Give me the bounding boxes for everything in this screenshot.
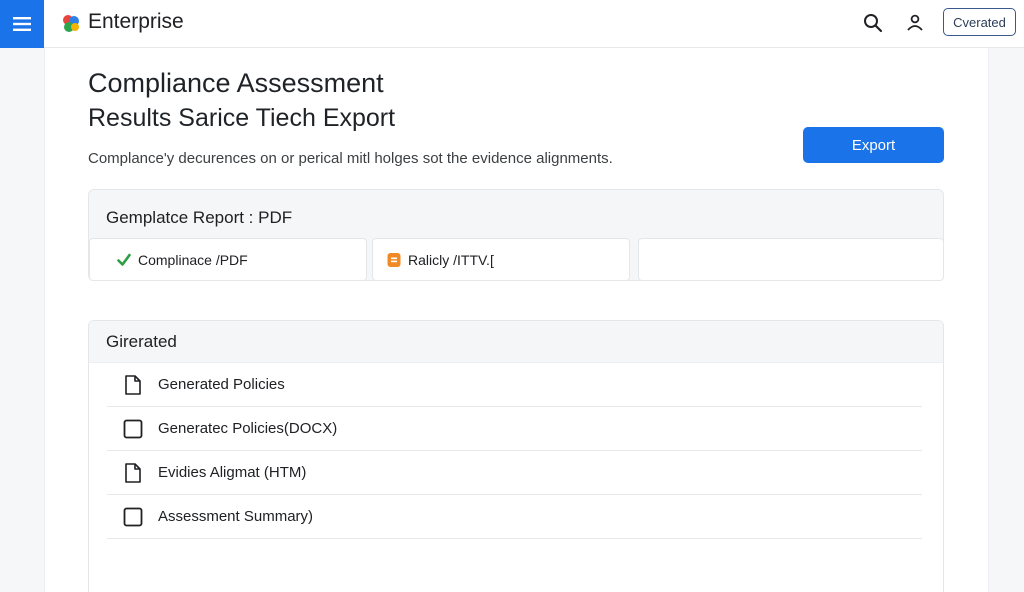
hamburger-icon (13, 17, 31, 31)
search-icon (864, 14, 883, 33)
generated-item-label: Generated Policies (158, 376, 285, 393)
generated-item-label: Generatec Policies(DOCX) (158, 420, 338, 437)
format-tile-empty[interactable] (638, 238, 944, 281)
format-tile-policy-html[interactable]: Ralicly /ITTV.[ (372, 238, 630, 281)
app-title: Enterprise (88, 10, 184, 33)
page-title: Compliance Assessment (88, 68, 384, 98)
search-button[interactable] (860, 10, 886, 36)
report-card: Gemplatce Report : PDF Complinace /PDF R… (88, 189, 944, 281)
generated-item-label: Evidies Aligmat (HTM) (158, 464, 307, 481)
generated-item-label: Assessment Summary) (158, 508, 314, 525)
status-chip[interactable]: Cverated (943, 8, 1016, 36)
export-button[interactable]: Export (803, 127, 944, 163)
menu-button[interactable] (0, 0, 44, 48)
document-icon (122, 462, 144, 484)
format-tile-label: Ralicly /ITTV.[ (408, 251, 494, 268)
generated-item-policies[interactable]: Generated Policies (107, 363, 922, 407)
generated-card: Girerated Generated Policies Generatec P… (88, 320, 944, 592)
main-panel: Compliance Assessment Results Sarice Tie… (44, 48, 989, 592)
page-description: Complance'y decurences on or perical mit… (88, 150, 613, 167)
top-bar: Enterprise Cverated (0, 0, 1024, 48)
generated-header: Girerated (89, 321, 943, 363)
user-icon (907, 14, 923, 31)
generated-item-assessment-summary[interactable]: Assessment Summary) (107, 495, 922, 539)
report-card-title: Gemplatce Report : PDF (106, 208, 293, 227)
document-icon (122, 374, 144, 396)
format-tile-compliance-pdf[interactable]: Complinace /PDF (89, 238, 367, 281)
generated-item-policies-docx[interactable]: Generatec Policies(DOCX) (107, 407, 922, 451)
generated-item-evidence-html[interactable]: Evidies Aligmat (HTM) (107, 451, 922, 495)
check-icon (117, 253, 131, 267)
format-tile-label: Complinace /PDF (138, 251, 248, 268)
logo-icon (63, 15, 79, 32)
page-subtitle: Results Sarice Tiech Export (88, 104, 396, 132)
account-button[interactable] (902, 10, 928, 36)
orange-doc-icon (387, 252, 401, 268)
checkbox-icon[interactable] (122, 418, 144, 440)
generated-title: Girerated (106, 332, 177, 351)
checkbox-icon[interactable] (122, 506, 144, 528)
